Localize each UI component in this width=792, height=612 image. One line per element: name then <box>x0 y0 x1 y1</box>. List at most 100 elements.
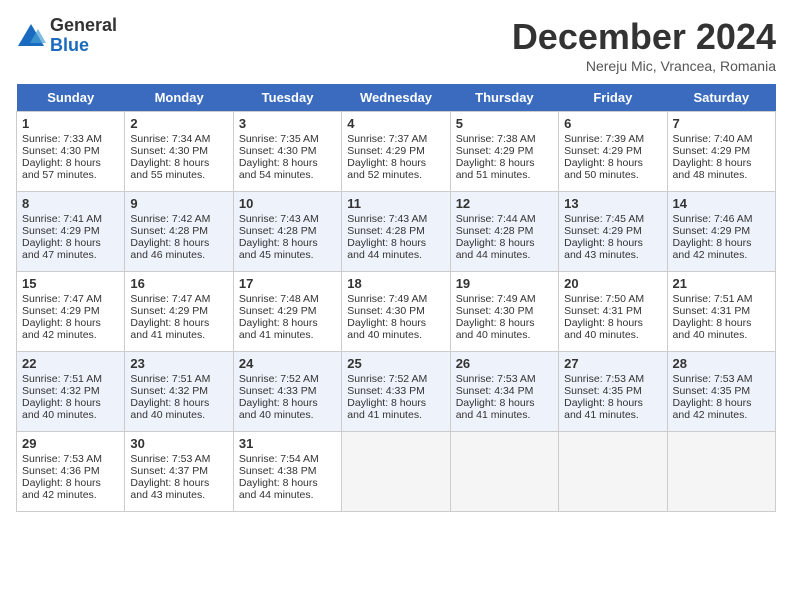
day-header-tuesday: Tuesday <box>233 84 341 112</box>
day-number: 28 <box>673 356 770 371</box>
day-header-thursday: Thursday <box>450 84 558 112</box>
day-number: 20 <box>564 276 661 291</box>
calendar-cell: 2 Sunrise: 7:34 AMSunset: 4:30 PMDaylight… <box>125 112 233 192</box>
calendar-week-1: 1 Sunrise: 7:33 AMSunset: 4:30 PMDaylight… <box>17 112 776 192</box>
day-info: Sunrise: 7:37 AMSunset: 4:29 PMDaylight:… <box>347 133 427 181</box>
logo: General Blue <box>16 16 117 56</box>
calendar-week-4: 22 Sunrise: 7:51 AMSunset: 4:32 PMDayligh… <box>17 352 776 432</box>
day-number: 16 <box>130 276 227 291</box>
day-number: 18 <box>347 276 444 291</box>
day-info: Sunrise: 7:43 AMSunset: 4:28 PMDaylight:… <box>347 213 427 261</box>
day-info: Sunrise: 7:53 AMSunset: 4:37 PMDaylight:… <box>130 453 210 501</box>
calendar-table: SundayMondayTuesdayWednesdayThursdayFrid… <box>16 84 776 512</box>
calendar-cell: 25 Sunrise: 7:52 AMSunset: 4:33 PMDayligh… <box>342 352 450 432</box>
day-number: 13 <box>564 196 661 211</box>
calendar-header-row: SundayMondayTuesdayWednesdayThursdayFrid… <box>17 84 776 112</box>
day-number: 12 <box>456 196 553 211</box>
calendar-cell: 8 Sunrise: 7:41 AMSunset: 4:29 PMDaylight… <box>17 192 125 272</box>
day-number: 26 <box>456 356 553 371</box>
day-info: Sunrise: 7:53 AMSunset: 4:34 PMDaylight:… <box>456 373 536 421</box>
day-info: Sunrise: 7:53 AMSunset: 4:36 PMDaylight:… <box>22 453 102 501</box>
month-title: December 2024 <box>512 16 776 58</box>
logo-text: General Blue <box>50 16 117 56</box>
day-number: 1 <box>22 116 119 131</box>
day-info: Sunrise: 7:41 AMSunset: 4:29 PMDaylight:… <box>22 213 102 261</box>
calendar-cell: 19Sunrise: 7:49 AMSunset: 4:30 PMDayligh… <box>450 272 558 352</box>
calendar-cell: 1 Sunrise: 7:33 AMSunset: 4:30 PMDaylight… <box>17 112 125 192</box>
day-info: Sunrise: 7:40 AMSunset: 4:29 PMDaylight:… <box>673 133 753 181</box>
day-info: Sunrise: 7:38 AMSunset: 4:29 PMDaylight:… <box>456 133 536 181</box>
day-info: Sunrise: 7:47 AMSunset: 4:29 PMDaylight:… <box>22 293 102 341</box>
calendar-cell: 17 Sunrise: 7:48 AMSunset: 4:29 PMDayligh… <box>233 272 341 352</box>
day-info: Sunrise: 7:51 AMSunset: 4:32 PMDaylight:… <box>22 373 102 421</box>
day-number: 4 <box>347 116 444 131</box>
calendar-cell: 14 Sunrise: 7:46 AMSunset: 4:29 PMDayligh… <box>667 192 775 272</box>
day-info: Sunrise: 7:43 AMSunset: 4:28 PMDaylight:… <box>239 213 319 261</box>
day-header-sunday: Sunday <box>17 84 125 112</box>
day-info: Sunrise: 7:52 AMSunset: 4:33 PMDaylight:… <box>347 373 427 421</box>
calendar-cell: 4 Sunrise: 7:37 AMSunset: 4:29 PMDaylight… <box>342 112 450 192</box>
calendar-cell: 6 Sunrise: 7:39 AMSunset: 4:29 PMDaylight… <box>559 112 667 192</box>
calendar-cell: 16 Sunrise: 7:47 AMSunset: 4:29 PMDayligh… <box>125 272 233 352</box>
calendar-cell: 12 Sunrise: 7:44 AMSunset: 4:28 PMDayligh… <box>450 192 558 272</box>
day-info: Sunrise: 7:46 AMSunset: 4:29 PMDaylight:… <box>673 213 753 261</box>
day-info: Sunrise: 7:33 AMSunset: 4:30 PMDaylight:… <box>22 133 102 181</box>
day-number: 27 <box>564 356 661 371</box>
day-info: Sunrise: 7:51 AMSunset: 4:31 PMDaylight:… <box>673 293 753 341</box>
logo-icon <box>16 21 46 51</box>
day-number: 22 <box>22 356 119 371</box>
calendar-cell <box>342 432 450 512</box>
day-info: Sunrise: 7:51 AMSunset: 4:32 PMDaylight:… <box>130 373 210 421</box>
day-number: 31 <box>239 436 336 451</box>
day-number: 25 <box>347 356 444 371</box>
day-number: 15 <box>22 276 119 291</box>
calendar-cell: 24Sunrise: 7:52 AMSunset: 4:33 PMDayligh… <box>233 352 341 432</box>
day-number: 21 <box>673 276 770 291</box>
day-info: Sunrise: 7:50 AMSunset: 4:31 PMDaylight:… <box>564 293 644 341</box>
day-info: Sunrise: 7:44 AMSunset: 4:28 PMDaylight:… <box>456 213 536 261</box>
day-info: Sunrise: 7:53 AMSunset: 4:35 PMDaylight:… <box>673 373 753 421</box>
calendar-cell: 7 Sunrise: 7:40 AMSunset: 4:29 PMDaylight… <box>667 112 775 192</box>
calendar-cell: 10Sunrise: 7:43 AMSunset: 4:28 PMDayligh… <box>233 192 341 272</box>
day-number: 6 <box>564 116 661 131</box>
calendar-cell: 30Sunrise: 7:53 AMSunset: 4:37 PMDayligh… <box>125 432 233 512</box>
calendar-week-5: 29Sunrise: 7:53 AMSunset: 4:36 PMDayligh… <box>17 432 776 512</box>
calendar-cell <box>559 432 667 512</box>
calendar-cell: 26 Sunrise: 7:53 AMSunset: 4:34 PMDayligh… <box>450 352 558 432</box>
day-info: Sunrise: 7:34 AMSunset: 4:30 PMDaylight:… <box>130 133 210 181</box>
location: Nereju Mic, Vrancea, Romania <box>512 58 776 74</box>
day-info: Sunrise: 7:47 AMSunset: 4:29 PMDaylight:… <box>130 293 210 341</box>
day-number: 11 <box>347 196 444 211</box>
calendar-cell: 28 Sunrise: 7:53 AMSunset: 4:35 PMDayligh… <box>667 352 775 432</box>
day-number: 23 <box>130 356 227 371</box>
day-number: 8 <box>22 196 119 211</box>
day-number: 14 <box>673 196 770 211</box>
calendar-week-2: 8 Sunrise: 7:41 AMSunset: 4:29 PMDaylight… <box>17 192 776 272</box>
day-number: 17 <box>239 276 336 291</box>
header: General Blue December 2024 Nereju Mic, V… <box>16 16 776 74</box>
day-number: 24 <box>239 356 336 371</box>
day-header-friday: Friday <box>559 84 667 112</box>
day-info: Sunrise: 7:45 AMSunset: 4:29 PMDaylight:… <box>564 213 644 261</box>
calendar-body: 1 Sunrise: 7:33 AMSunset: 4:30 PMDaylight… <box>17 112 776 512</box>
day-info: Sunrise: 7:49 AMSunset: 4:30 PMDaylight:… <box>456 293 536 341</box>
calendar-cell: 23 Sunrise: 7:51 AMSunset: 4:32 PMDayligh… <box>125 352 233 432</box>
calendar-week-3: 15 Sunrise: 7:47 AMSunset: 4:29 PMDayligh… <box>17 272 776 352</box>
day-number: 7 <box>673 116 770 131</box>
day-number: 3 <box>239 116 336 131</box>
calendar-cell <box>667 432 775 512</box>
day-info: Sunrise: 7:53 AMSunset: 4:35 PMDaylight:… <box>564 373 644 421</box>
calendar-cell: 9 Sunrise: 7:42 AMSunset: 4:28 PMDaylight… <box>125 192 233 272</box>
day-number: 9 <box>130 196 227 211</box>
day-info: Sunrise: 7:39 AMSunset: 4:29 PMDaylight:… <box>564 133 644 181</box>
day-number: 2 <box>130 116 227 131</box>
calendar-cell: 5 Sunrise: 7:38 AMSunset: 4:29 PMDaylight… <box>450 112 558 192</box>
day-info: Sunrise: 7:48 AMSunset: 4:29 PMDaylight:… <box>239 293 319 341</box>
day-info: Sunrise: 7:42 AMSunset: 4:28 PMDaylight:… <box>130 213 210 261</box>
calendar-cell: 21 Sunrise: 7:51 AMSunset: 4:31 PMDayligh… <box>667 272 775 352</box>
calendar-cell: 29Sunrise: 7:53 AMSunset: 4:36 PMDayligh… <box>17 432 125 512</box>
calendar-cell: 15 Sunrise: 7:47 AMSunset: 4:29 PMDayligh… <box>17 272 125 352</box>
day-header-wednesday: Wednesday <box>342 84 450 112</box>
day-number: 5 <box>456 116 553 131</box>
calendar-cell: 3Sunrise: 7:35 AMSunset: 4:30 PMDaylight… <box>233 112 341 192</box>
